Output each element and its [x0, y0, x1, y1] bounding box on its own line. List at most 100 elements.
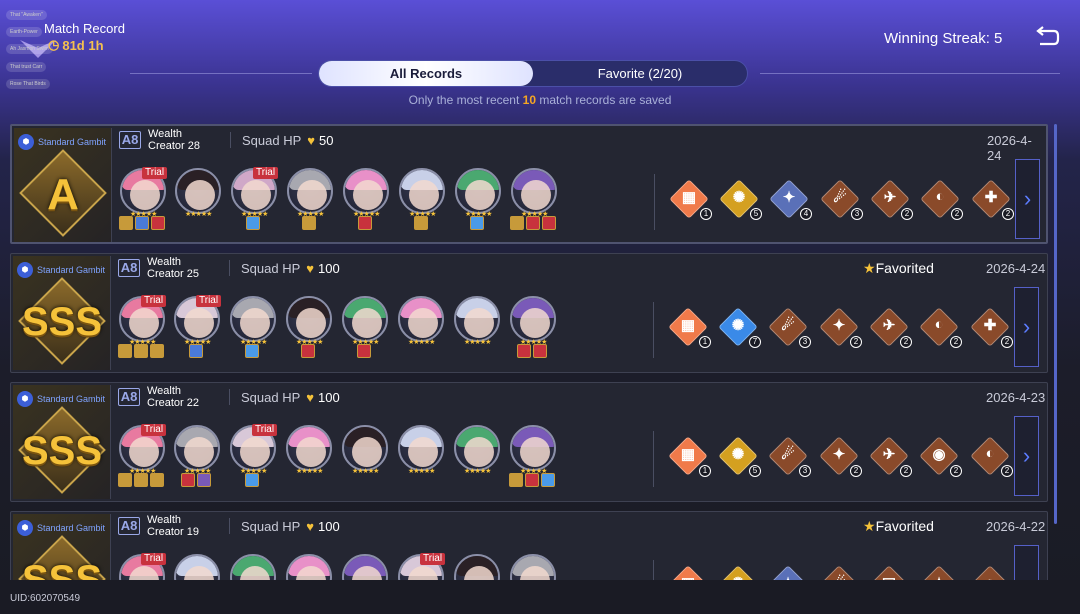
blessing-icon[interactable]: ✺ 7 — [717, 306, 761, 348]
blessing-icon[interactable]: ▦ — [667, 564, 709, 580]
blessing-icon[interactable]: ◐ — [969, 564, 1011, 580]
relic-icon — [135, 216, 149, 230]
character-avatar[interactable] — [511, 168, 557, 214]
character-avatar[interactable] — [286, 296, 332, 342]
blessing-icon[interactable]: ✦ 2 — [818, 435, 862, 477]
expand-arrow-button[interactable]: › — [1015, 159, 1040, 239]
blessing-icon[interactable]: ☄ 3 — [767, 435, 811, 477]
blessing-icon[interactable]: ▦ 1 — [667, 306, 711, 348]
blessing-icon[interactable]: ✺ 5 — [717, 435, 761, 477]
relic-icon — [150, 344, 164, 358]
character-avatar[interactable] — [174, 554, 220, 580]
character-avatar[interactable] — [343, 168, 389, 214]
divider — [230, 132, 231, 148]
character-avatar[interactable] — [454, 296, 500, 342]
character-avatar[interactable] — [342, 425, 388, 471]
blessing-icon[interactable]: ▣ — [868, 564, 910, 580]
character-avatar[interactable] — [175, 168, 221, 214]
squad-hp: Squad HP ♥ 100 — [241, 261, 340, 276]
blessing-icon[interactable]: ✺ — [717, 564, 759, 580]
gambit-icon: ⬢ — [17, 262, 33, 278]
blessing-glyph: ◐ — [935, 188, 945, 205]
gambit-icon: ⬢ — [17, 391, 33, 407]
relic-icon — [302, 216, 316, 230]
rank-stars: ★★★★★ — [185, 211, 212, 218]
character-avatar[interactable] — [287, 168, 333, 214]
gambit-label: ⬢ Standard Gambit — [17, 262, 105, 278]
blessing-count: 7 — [749, 336, 761, 348]
trial-badge: Trial — [142, 167, 168, 179]
character-avatar[interactable] — [342, 554, 388, 580]
blessing-icon[interactable]: ▦ 1 — [667, 435, 711, 477]
trial-badge: Trial — [141, 424, 167, 436]
wealth-label: Wealth Creator 22 — [147, 385, 199, 409]
rank-stars: ★★★★★ — [464, 339, 491, 346]
divider — [654, 174, 655, 230]
blessing-icon[interactable]: ☄ 3 — [767, 306, 811, 348]
blessing-icon[interactable]: ▦ 1 — [668, 178, 712, 220]
expand-arrow-button[interactable]: › — [1014, 287, 1039, 367]
blessing-icon[interactable]: ✈ 2 — [868, 306, 912, 348]
expand-arrow-button[interactable]: › — [1014, 545, 1039, 580]
blessing-icon[interactable]: ✚ 2 — [970, 178, 1014, 220]
heart-icon: ♥ — [306, 390, 314, 405]
match-record-list[interactable]: ⬢ Standard Gambit A A8 Wealth Creator 28 S… — [10, 124, 1050, 580]
grade-panel: ⬢ Standard Gambit A — [14, 128, 112, 242]
match-date: 2026-4-24 — [986, 261, 1046, 276]
grade-text: SSS — [21, 429, 103, 473]
blessing-icon[interactable]: ◐ 2 — [918, 306, 962, 348]
match-record-card[interactable]: ⬢ Standard Gambit SSS A8 Wealth Creator 19… — [10, 511, 1048, 580]
match-record-card[interactable]: ⬢ Standard Gambit SSS A8 Wealth Creator 22… — [10, 382, 1048, 502]
character-avatar[interactable] — [398, 425, 444, 471]
character-avatar[interactable] — [398, 296, 444, 342]
blessing-icon[interactable]: ✦ 4 — [768, 178, 812, 220]
character-avatar[interactable] — [454, 425, 500, 471]
character-avatar[interactable] — [286, 554, 332, 580]
trial-badge: Trial — [141, 295, 167, 307]
relic-icon — [134, 344, 148, 358]
blessing-icon[interactable]: ✈ 2 — [869, 178, 913, 220]
blessing-count: 2 — [900, 336, 912, 348]
character-avatar[interactable] — [510, 425, 556, 471]
squad-hp: Squad HP ♥ 100 — [241, 390, 340, 405]
relic-icon — [526, 216, 540, 230]
blessing-icon[interactable]: ◐ 2 — [919, 178, 963, 220]
page-title: Match Record — [44, 21, 125, 36]
blessing-glyph: ✦ — [832, 446, 846, 463]
character-avatar[interactable] — [230, 554, 276, 580]
blessing-icon[interactable]: ◐ 2 — [969, 435, 1013, 477]
back-button[interactable] — [1034, 26, 1060, 48]
character-avatar[interactable] — [286, 425, 332, 471]
relic-icon — [246, 216, 260, 230]
blessing-icon[interactable]: ☄ — [818, 564, 860, 580]
character-avatar[interactable] — [230, 296, 276, 342]
scrollbar[interactable] — [1054, 124, 1057, 524]
character-avatar[interactable] — [455, 168, 501, 214]
character-avatar[interactable] — [342, 296, 388, 342]
tab-all-records[interactable]: All Records — [319, 61, 533, 86]
character-avatar[interactable] — [510, 296, 556, 342]
grade-panel: ⬢ Standard Gambit SSS — [13, 256, 111, 370]
blessing-icon[interactable]: ◉ 2 — [918, 435, 962, 477]
character-avatar[interactable] — [174, 425, 220, 471]
chevron-right-icon: › — [1023, 572, 1030, 580]
expand-arrow-button[interactable]: › — [1014, 416, 1039, 496]
blessing-icon[interactable]: ✦ — [767, 564, 809, 580]
trial-badge: Trial — [252, 424, 278, 436]
blessing-icon[interactable]: ✚ 2 — [969, 306, 1013, 348]
character-avatar[interactable] — [399, 168, 445, 214]
blessing-glyph: ☄ — [781, 317, 795, 334]
chevron-right-icon: › — [1022, 314, 1031, 339]
character-avatar[interactable] — [454, 554, 500, 580]
blessing-glyph: ✦ — [832, 317, 846, 334]
blessing-icon[interactable]: ☄ 3 — [819, 178, 863, 220]
blessing-icon[interactable]: ✦ 2 — [818, 306, 862, 348]
blessing-icon[interactable]: ✈ 2 — [868, 435, 912, 477]
match-record-card[interactable]: ⬢ Standard Gambit SSS A8 Wealth Creator 25… — [10, 253, 1048, 373]
match-record-card[interactable]: ⬢ Standard Gambit A A8 Wealth Creator 28 S… — [10, 124, 1048, 244]
character-avatar[interactable] — [510, 554, 556, 580]
blessing-icon[interactable]: ✺ 5 — [718, 178, 762, 220]
blessing-icon[interactable]: ✦ — [918, 564, 960, 580]
tab-favorite[interactable]: Favorite (2/20) — [533, 61, 747, 86]
blessing-count: 5 — [750, 208, 762, 220]
